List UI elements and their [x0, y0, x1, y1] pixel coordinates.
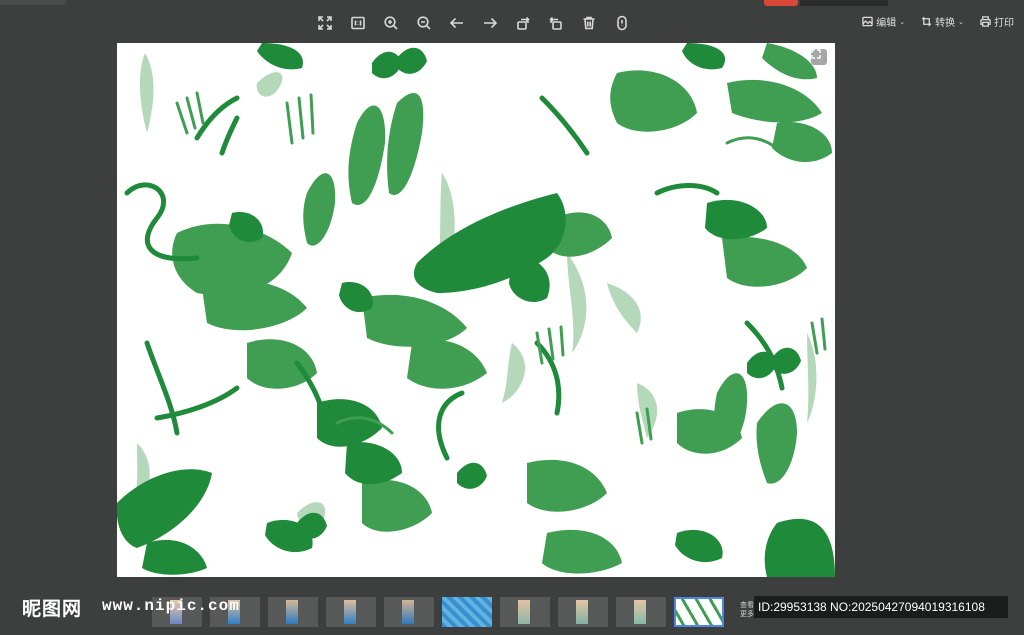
dress-photo [344, 600, 356, 624]
expand-icon [317, 16, 332, 30]
trash-icon [583, 16, 594, 30]
arrow-left-icon [449, 17, 463, 29]
previous-button[interactable] [440, 8, 473, 38]
chevron-down-icon: ⌄ [899, 18, 906, 26]
view-more-line2: 更多 [740, 611, 754, 618]
view-more-line1: 查看 [740, 602, 754, 609]
thumbnail-6[interactable] [442, 597, 492, 627]
dress-photo [518, 600, 530, 624]
thumbnail-9[interactable] [616, 597, 666, 627]
thumbnail-4[interactable] [326, 597, 376, 627]
edit-label: 编辑 [876, 18, 897, 29]
dress-photo [402, 600, 414, 624]
print-label: 打印 [994, 18, 1014, 29]
rotate-right-button[interactable] [506, 8, 539, 38]
notification-badge[interactable] [764, 0, 798, 6]
thumbnail-5[interactable] [384, 597, 434, 627]
rotate-right-icon [516, 16, 530, 30]
watermark-url: www.nipic.com [102, 597, 240, 615]
image-edit-icon [862, 16, 873, 27]
next-button[interactable] [473, 8, 506, 38]
leaf-pattern-image [117, 43, 835, 577]
watermark-id: ID:29953138 NO:20250427094019316108 [754, 596, 1008, 618]
print-button[interactable]: 打印 [980, 14, 1014, 29]
zoom-out-button[interactable] [407, 8, 440, 38]
window-tab-remnant [0, 0, 66, 5]
image-viewport[interactable] [117, 43, 835, 577]
thumbnail-8[interactable] [558, 597, 608, 627]
dress-photo [576, 600, 588, 624]
rotate-left-icon [548, 16, 562, 30]
thumbnail-7[interactable] [500, 597, 550, 627]
dress-photo [286, 600, 298, 624]
rotate-left-button[interactable] [539, 8, 572, 38]
edit-menu[interactable]: 编辑 ⌄ [862, 14, 905, 29]
arrow-right-icon [483, 17, 497, 29]
convert-label: 转换 [935, 18, 956, 29]
fit-window-button[interactable] [811, 49, 827, 65]
watermark-logo: 昵图网 [22, 598, 83, 620]
thumbnail-3[interactable] [268, 597, 318, 627]
actual-size-button[interactable] [341, 8, 374, 38]
crop-icon [922, 16, 932, 27]
top-actions: 编辑 ⌄ 转换 ⌄ 打印 [862, 14, 1014, 29]
zoom-in-icon [383, 16, 398, 30]
printer-icon [980, 16, 991, 27]
thumbnail-10-active[interactable] [674, 597, 724, 627]
info-button[interactable] [605, 8, 638, 38]
info-icon [616, 15, 627, 31]
image-toolbar [308, 8, 638, 38]
title-strip [800, 0, 888, 6]
expand-icon [811, 49, 821, 59]
zoom-in-button[interactable] [374, 8, 407, 38]
dress-photo [634, 600, 646, 624]
chevron-down-icon: ⌄ [958, 18, 964, 26]
delete-button[interactable] [572, 8, 605, 38]
zoom-out-icon [416, 16, 431, 30]
convert-menu[interactable]: 转换 ⌄ [921, 14, 964, 29]
view-more-link[interactable]: 查看 更多 [740, 601, 754, 619]
fullscreen-button[interactable] [308, 8, 341, 38]
one-to-one-icon [350, 16, 365, 30]
